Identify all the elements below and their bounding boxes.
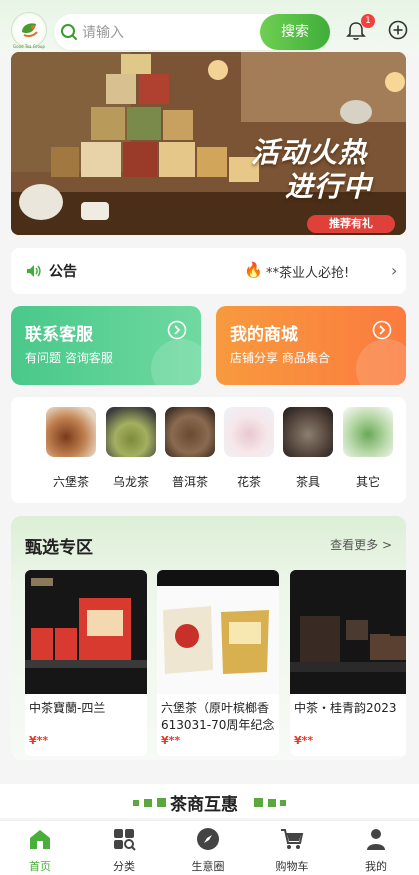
product-name: 中茶・桂青韵2023	[294, 701, 397, 715]
category-grid: 六堡茶 乌龙茶 普洱茶 花茶 茶具 其它	[11, 397, 406, 503]
shop-card-subtitle: 店铺分享 商品集合	[230, 351, 330, 365]
flower-tea-image	[224, 407, 274, 457]
view-more-link[interactable]: 查看更多 >	[330, 536, 392, 553]
category-label: 茶具	[295, 475, 320, 489]
product-price: ¥**	[161, 734, 181, 747]
announcement-text: **茶业人必抢!	[266, 266, 350, 281]
category-oolong[interactable]: 乌龙茶	[105, 407, 157, 490]
category-label: 其它	[355, 475, 380, 489]
tea-leaf-logo-icon	[14, 15, 44, 45]
category-label: 六堡茶	[52, 475, 89, 489]
banner-headline: 活动火热 进行中	[251, 136, 372, 204]
category-label: 乌龙茶	[112, 475, 149, 489]
category-others[interactable]: 其它	[342, 407, 394, 490]
product-price: ¥**	[294, 734, 314, 747]
decor-dot	[157, 798, 166, 807]
tab-label: 首页	[29, 860, 51, 873]
tea-gift-box-image	[25, 570, 147, 694]
oolong-tea-image	[106, 407, 156, 457]
decor-dot	[144, 799, 152, 807]
category-label: 花茶	[236, 475, 261, 489]
card-decoration	[151, 339, 201, 385]
notification-badge: 1	[361, 14, 375, 28]
user-icon	[367, 829, 385, 850]
decor-dot	[280, 800, 286, 806]
chevron-right-icon: ›	[391, 261, 398, 280]
tab-label: 购物车	[275, 860, 309, 873]
search-icon	[61, 24, 77, 40]
service-card-subtitle: 有问题 咨询客服	[25, 351, 113, 365]
search-bar: 搜索	[54, 14, 330, 50]
shopping-cart-icon	[281, 829, 304, 849]
decor-dot	[254, 798, 263, 807]
fire-icon: 🔥	[244, 261, 263, 279]
tab-label: 生意圈	[191, 860, 225, 873]
search-input[interactable]	[80, 22, 244, 44]
shop-card-title: 我的商城	[230, 325, 298, 345]
tea-boxes-image	[290, 570, 406, 694]
banner-headline-line2: 进行中	[285, 170, 373, 203]
decor-dot	[133, 800, 139, 806]
product-card[interactable]: 中茶・桂青韵2023 ¥**	[290, 570, 406, 756]
search-button[interactable]: 搜索	[260, 14, 330, 50]
announcement-bar[interactable]: 公告 🔥 **茶业人必抢! ›	[11, 248, 406, 294]
home-icon	[30, 830, 50, 849]
brand-logo[interactable]	[11, 12, 47, 48]
product-card[interactable]: 中茶寶蘭-四兰 ¥**	[25, 570, 147, 756]
decor-dot	[268, 799, 276, 807]
product-name: 中茶寶蘭-四兰	[29, 701, 106, 715]
logo-caption: Good Tea Group	[13, 44, 45, 49]
featured-title: 甄选专区	[25, 538, 93, 558]
promo-banner[interactable]: 活动火热 进行中 推荐有礼	[11, 52, 406, 235]
top-bar: Good Tea Group 搜索 1	[0, 0, 419, 52]
category-label: 普洱茶	[171, 475, 208, 489]
tab-home[interactable]: 首页	[5, 827, 75, 874]
category-teaware[interactable]: 茶具	[282, 407, 334, 490]
service-card-title: 联系客服	[25, 325, 93, 345]
speaker-icon	[27, 265, 41, 277]
product-card[interactable]: 六堡茶（原叶槟榔香613031-70周年纪念茶） ¥**	[157, 570, 279, 756]
product-image	[290, 570, 406, 694]
tab-label: 我的	[365, 860, 387, 873]
my-shop-card[interactable]: 我的商城 店铺分享 商品集合	[216, 306, 406, 385]
banner-tag[interactable]: 推荐有礼	[307, 215, 395, 233]
bottom-tab-bar: 首页 分类 生意圈 购物车 我的	[0, 820, 419, 875]
category-puer[interactable]: 普洱茶	[164, 407, 216, 490]
card-decoration	[356, 339, 406, 385]
product-image	[157, 570, 279, 694]
add-circle-icon[interactable]	[388, 20, 408, 40]
tab-profile[interactable]: 我的	[341, 827, 411, 874]
tab-label: 分类	[113, 860, 135, 873]
liubao-tea-image	[46, 407, 96, 457]
tab-business-circle[interactable]: 生意圈	[173, 827, 243, 874]
teaware-image	[283, 407, 333, 457]
puer-tea-image	[165, 407, 215, 457]
arrow-right-circle-icon	[167, 320, 187, 340]
announcement-label: 公告	[49, 264, 77, 280]
product-price: ¥**	[29, 734, 49, 747]
others-image	[343, 407, 393, 457]
tab-cart[interactable]: 购物车	[257, 827, 327, 874]
merchant-section-header: 茶商互惠	[0, 784, 419, 818]
featured-section: 甄选专区 查看更多 > 中茶寶蘭-四兰 ¥** 六堡茶（原叶槟榔香613031-…	[11, 516, 406, 760]
category-liubao[interactable]: 六堡茶	[45, 407, 97, 490]
merchant-section-title: 茶商互惠	[170, 795, 238, 815]
contact-service-card[interactable]: 联系客服 有问题 咨询客服	[11, 306, 201, 385]
tab-category[interactable]: 分类	[89, 827, 159, 874]
banner-headline-line1: 活动火热	[251, 136, 368, 169]
compass-icon	[197, 828, 219, 850]
category-grid-icon	[114, 829, 136, 851]
arrow-right-circle-icon	[372, 320, 392, 340]
product-name: 六堡茶（原叶槟榔香613031-70周年纪念茶）	[161, 701, 275, 732]
tea-basket-image	[157, 570, 279, 694]
product-image	[25, 570, 147, 694]
category-flower-tea[interactable]: 花茶	[223, 407, 275, 490]
